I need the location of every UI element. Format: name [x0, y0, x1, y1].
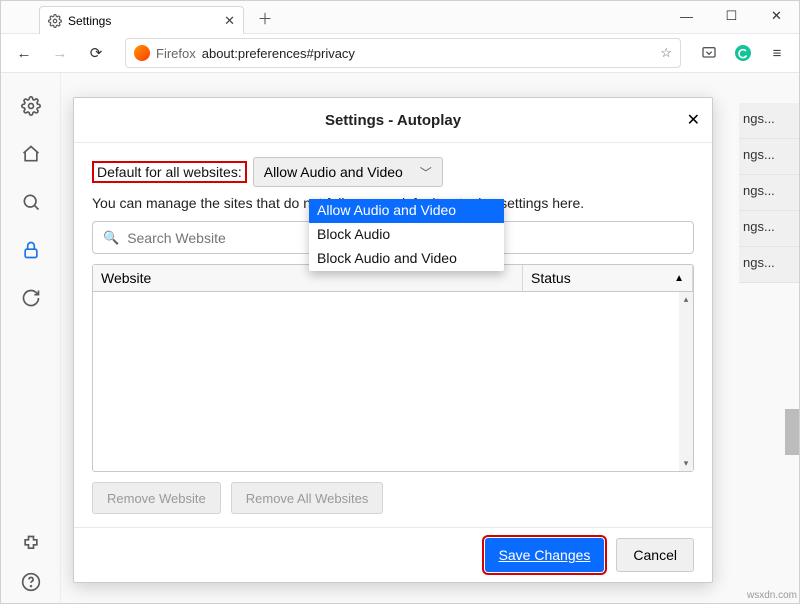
list-item: ngs... [739, 175, 799, 211]
dialog-title: Settings - Autoplay [325, 112, 461, 129]
column-status[interactable]: Status ▲ [523, 265, 693, 291]
dialog-header: Settings - Autoplay ✕ [74, 98, 712, 143]
dropdown-selected-value: Allow Audio and Video [264, 164, 403, 180]
list-item: ngs... [739, 103, 799, 139]
cancel-button[interactable]: Cancel [616, 538, 694, 572]
watermark: wsxdn.com [747, 590, 797, 601]
pocket-icon[interactable] [695, 39, 723, 67]
default-autoplay-dropdown[interactable]: Allow Audio and Video ﹀ [253, 157, 443, 187]
window-controls: — ☐ ✕ [664, 1, 799, 31]
default-autoplay-dropdown-menu: Allow Audio and Video Block Audio Block … [309, 199, 504, 271]
save-changes-button[interactable]: Save Changes [485, 538, 605, 572]
table-scrollbar[interactable]: ▴ ▾ [679, 292, 693, 471]
bookmark-star-icon[interactable]: ☆ [660, 45, 672, 61]
titlebar: Settings ✕ ＋ — ☐ ✕ [1, 1, 799, 34]
list-item: ngs... [739, 247, 799, 283]
sidebar-extensions-icon[interactable] [20, 533, 42, 555]
background-list: ngs... ngs... ngs... ngs... ngs... [739, 103, 799, 283]
url-identity: Firefox [156, 46, 196, 61]
scroll-down-icon[interactable]: ▾ [679, 456, 693, 471]
dropdown-option-allow-av[interactable]: Allow Audio and Video [309, 199, 504, 223]
url-address: about:preferences#privacy [202, 46, 661, 61]
grammarly-icon[interactable] [729, 39, 757, 67]
sidebar-search-icon[interactable] [20, 191, 42, 213]
back-button[interactable]: ← [9, 39, 39, 67]
dropdown-option-block-av[interactable]: Block Audio and Video [309, 247, 504, 271]
list-item: ngs... [739, 211, 799, 247]
remove-all-websites-button: Remove All Websites [231, 482, 384, 514]
dialog-close-icon[interactable]: ✕ [687, 110, 700, 130]
forward-button[interactable]: → [45, 39, 75, 67]
window-close-button[interactable]: ✕ [754, 1, 799, 31]
sidebar-general-icon[interactable] [20, 95, 42, 117]
sidebar-help-icon[interactable] [20, 571, 42, 593]
dialog-footer: Save Changes Cancel [74, 527, 712, 582]
window-minimize-button[interactable]: — [664, 1, 709, 31]
reload-button[interactable]: ⟳ [81, 39, 111, 67]
app-menu-icon[interactable]: ≡ [763, 39, 791, 67]
window-maximize-button[interactable]: ☐ [709, 1, 754, 31]
sidebar-privacy-icon[interactable] [20, 239, 42, 261]
firefox-icon [134, 45, 150, 61]
dialog-body: Default for all websites: Allow Audio an… [74, 143, 712, 527]
nav-toolbar: ← → ⟳ Firefox about:preferences#privacy … [1, 34, 799, 73]
autoplay-settings-dialog: Settings - Autoplay ✕ Default for all we… [73, 97, 713, 583]
new-tab-button[interactable]: ＋ [256, 9, 274, 27]
list-item: ngs... [739, 139, 799, 175]
search-icon: 🔍 [103, 230, 119, 246]
browser-tab-settings[interactable]: Settings ✕ [39, 6, 244, 34]
settings-sidebar [1, 73, 61, 603]
website-table: Website Status ▲ ▴ ▾ [92, 264, 694, 472]
tab-close-icon[interactable]: ✕ [224, 13, 235, 29]
chevron-down-icon: ﹀ [420, 164, 432, 181]
page-scrollbar-thumb[interactable] [785, 409, 799, 455]
browser-window: Settings ✕ ＋ — ☐ ✕ ← → ⟳ Firefox about:p… [0, 0, 800, 604]
default-for-websites-label: Default for all websites: [92, 161, 247, 183]
tab-title: Settings [68, 14, 224, 28]
scroll-up-icon[interactable]: ▴ [679, 292, 693, 307]
sidebar-home-icon[interactable] [20, 143, 42, 165]
remove-website-button: Remove Website [92, 482, 221, 514]
dropdown-option-block-audio[interactable]: Block Audio [309, 223, 504, 247]
gear-icon [48, 14, 62, 28]
sort-asc-icon: ▲ [674, 273, 684, 284]
sidebar-sync-icon[interactable] [20, 287, 42, 309]
url-bar[interactable]: Firefox about:preferences#privacy ☆ [125, 38, 681, 68]
